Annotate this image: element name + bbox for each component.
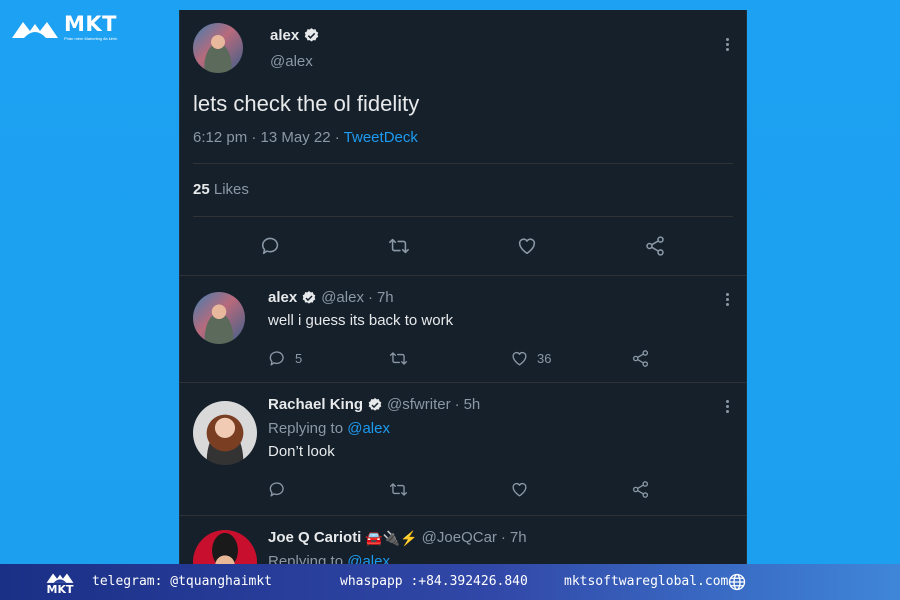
reply-icon[interactable] — [268, 480, 287, 499]
whatsapp-contact: whaspapp :+84.392426.840 — [340, 574, 528, 589]
tweet-text: lets check the ol fidelity — [193, 91, 420, 116]
footer-logo: MKT — [40, 570, 80, 595]
tweet-thread-panel: alex @alex lets check the ol fidelity 6:… — [179, 10, 747, 564]
reply-age[interactable]: 7h — [510, 528, 527, 548]
retweet-icon[interactable] — [389, 349, 408, 368]
reply-tweet[interactable]: alex @alex · 7h well i guess its back to… — [180, 275, 746, 382]
reply-tweet[interactable]: Rachael King @sfwriter · 5h Replying to … — [180, 382, 746, 515]
avatar[interactable] — [193, 530, 257, 564]
retweet-icon[interactable] — [389, 480, 408, 499]
avatar[interactable] — [193, 401, 257, 465]
reply-author-name[interactable]: Joe Q Carioti — [268, 528, 361, 548]
share-icon[interactable] — [631, 349, 650, 368]
reply-header: Joe Q Carioti 🚘🔌⚡ @JoeQCar · 7h — [268, 528, 733, 548]
brand-logo: MKT Phần mềm Marketing đa kênh — [10, 14, 117, 41]
separator: · — [251, 129, 257, 146]
separator: · — [454, 396, 460, 413]
tweet-source-link[interactable]: TweetDeck — [344, 129, 418, 146]
reply-age[interactable]: 7h — [377, 288, 394, 308]
like-heart-icon[interactable] — [510, 349, 529, 368]
likes-summary[interactable]: 25 Likes — [193, 164, 733, 216]
reply-author-handle[interactable]: @JoeQCar — [422, 528, 497, 548]
avatar[interactable] — [193, 292, 245, 344]
brand-name: MKT — [64, 12, 117, 36]
reply-text: Don’t look — [268, 443, 335, 460]
reply-author-name[interactable]: Rachael King — [268, 395, 363, 415]
reply-age[interactable]: 5h — [464, 395, 481, 415]
reply-header: alex @alex · 7h — [268, 288, 746, 308]
website-link: mktsoftwareglobal.com — [564, 574, 729, 589]
reply-count: 5 — [295, 350, 303, 366]
mention-link[interactable]: @alex — [347, 420, 390, 437]
mention-link[interactable]: @alex — [347, 553, 390, 564]
likes-label: Likes — [213, 181, 249, 198]
main-tweet: alex @alex lets check the ol fidelity 6:… — [180, 10, 746, 275]
reply-tweet[interactable]: Joe Q Carioti 🚘🔌⚡ @JoeQCar · 7h Replying… — [180, 515, 746, 564]
tweet-meta: 6:12 pm · 13 May 22 · TweetDeck — [193, 129, 733, 146]
reply-icon[interactable] — [260, 235, 282, 257]
telegram-contact: telegram: @tquanghaimkt — [92, 574, 273, 589]
verified-badge-icon — [304, 27, 319, 42]
separator: · — [500, 529, 506, 546]
share-icon[interactable] — [644, 235, 666, 257]
replying-to: Replying to @alex — [268, 419, 746, 439]
reply-author-name[interactable]: alex — [268, 288, 297, 308]
replying-to: Replying to @alex — [268, 552, 733, 564]
likes-count: 25 — [193, 181, 210, 198]
like-heart-icon[interactable] — [510, 480, 529, 499]
reply-text: well i guess its back to work — [268, 312, 454, 329]
reply-icon[interactable] — [268, 349, 287, 368]
tweet-time[interactable]: 6:12 pm — [193, 129, 247, 146]
tweet-actions — [193, 217, 733, 275]
replying-label: Replying to — [268, 420, 344, 437]
separator: · — [334, 129, 340, 146]
retweet-icon[interactable] — [388, 235, 410, 257]
reply-actions: 5 36 — [268, 348, 746, 368]
share-icon[interactable] — [631, 480, 650, 499]
brand-tagline: Phần mềm Marketing đa kênh — [64, 36, 118, 41]
mkt-logo-icon — [12, 21, 58, 38]
reply-actions — [268, 479, 746, 499]
more-options-icon[interactable] — [726, 291, 729, 308]
verified-badge-icon — [368, 398, 382, 411]
reply-header: Rachael King @sfwriter · 5h — [268, 395, 746, 415]
like-heart-icon[interactable] — [516, 235, 538, 257]
verified-badge-icon — [302, 291, 316, 304]
like-count: 36 — [537, 350, 552, 366]
more-options-icon[interactable] — [726, 398, 729, 415]
globe-icon — [728, 573, 746, 591]
reply-author-handle[interactable]: @sfwriter — [387, 395, 451, 415]
replying-label: Replying to — [268, 553, 344, 564]
name-emoji: 🚘🔌⚡ — [365, 530, 418, 546]
author-handle[interactable]: @alex — [270, 53, 320, 70]
footer-logo-name: MKT — [46, 582, 74, 596]
tweet-date[interactable]: 13 May 22 — [261, 129, 331, 146]
contact-footer: MKT telegram: @tquanghaimkt whaspapp :+8… — [0, 564, 900, 600]
separator: · — [367, 289, 373, 306]
reply-author-handle[interactable]: @alex — [321, 288, 364, 308]
author-name[interactable]: alex — [270, 27, 299, 44]
mkt-logo-icon — [46, 573, 74, 583]
more-options-icon[interactable] — [726, 36, 729, 53]
avatar[interactable] — [193, 23, 243, 73]
